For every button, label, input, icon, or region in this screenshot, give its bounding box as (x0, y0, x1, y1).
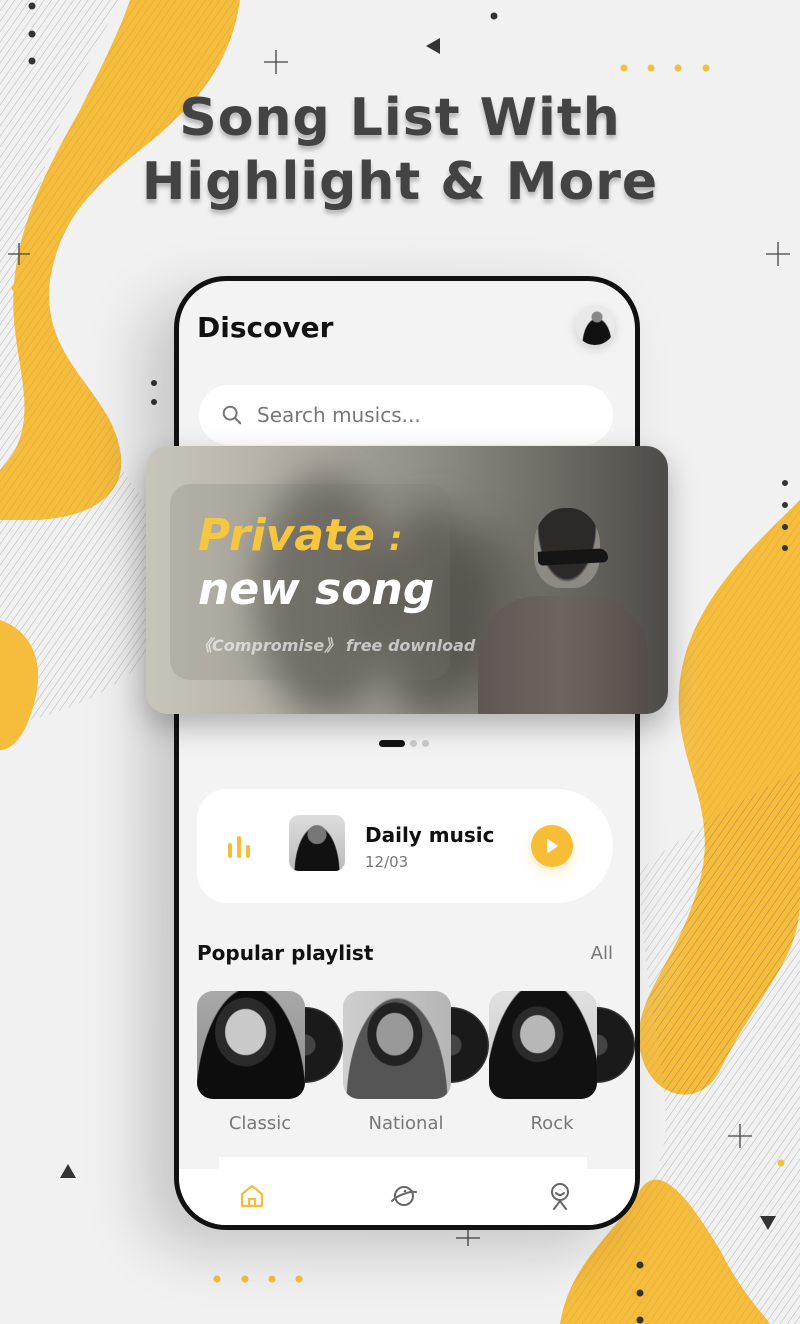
playlist-name: Classic (228, 1113, 292, 1134)
tab-home[interactable] (235, 1179, 269, 1213)
headline-line-1: Song List With (179, 88, 621, 148)
playlist-cover (489, 991, 597, 1099)
see-all-link[interactable]: All (591, 943, 613, 964)
daily-music-title: Daily music (365, 823, 495, 847)
headline-line-2: Highlight & More (141, 152, 659, 212)
play-icon (547, 839, 558, 853)
home-icon (240, 1184, 264, 1208)
playlist-name: Rock (530, 1113, 574, 1134)
phone-mockup: Discover Daily music 12/03 Popular playl… (174, 276, 640, 1230)
page-title: Discover (197, 311, 334, 344)
banner-artist-photo (478, 596, 648, 714)
bottom-tab-bar (179, 1157, 635, 1225)
tab-explore[interactable] (387, 1179, 421, 1213)
banner-title-highlight: Private: (198, 510, 403, 561)
daily-music-card[interactable]: Daily music 12/03 (197, 789, 613, 903)
featured-banner[interactable]: Private: new song 《Compromise》 free down… (146, 446, 668, 714)
pagination-dot[interactable] (422, 740, 429, 747)
banner-pagination (379, 740, 429, 747)
banner-subtitle: 《Compromise》 free download (196, 636, 476, 655)
playlist-name: National (368, 1113, 444, 1134)
profile-icon (551, 1183, 569, 1210)
equalizer-icon (228, 836, 250, 858)
playlist-cover (197, 991, 305, 1099)
pagination-dot[interactable] (410, 740, 417, 747)
playlist-row: Classic National Rock (197, 991, 635, 1141)
popular-playlist-heading: Popular playlist (197, 941, 374, 965)
pagination-dot-active[interactable] (379, 740, 405, 747)
daily-music-date: 12/03 (365, 853, 409, 871)
search-bar[interactable] (199, 385, 613, 445)
play-button[interactable] (531, 825, 573, 867)
search-input[interactable] (257, 403, 557, 427)
playlist-cover (343, 991, 451, 1099)
banner-title: new song (198, 564, 435, 615)
user-avatar[interactable] (575, 305, 615, 345)
planet-icon (391, 1186, 417, 1206)
promo-headline: Song List With Highlight & More (0, 86, 800, 214)
tab-profile[interactable] (543, 1179, 577, 1213)
search-icon (222, 405, 242, 425)
daily-music-thumbnail (289, 815, 345, 871)
